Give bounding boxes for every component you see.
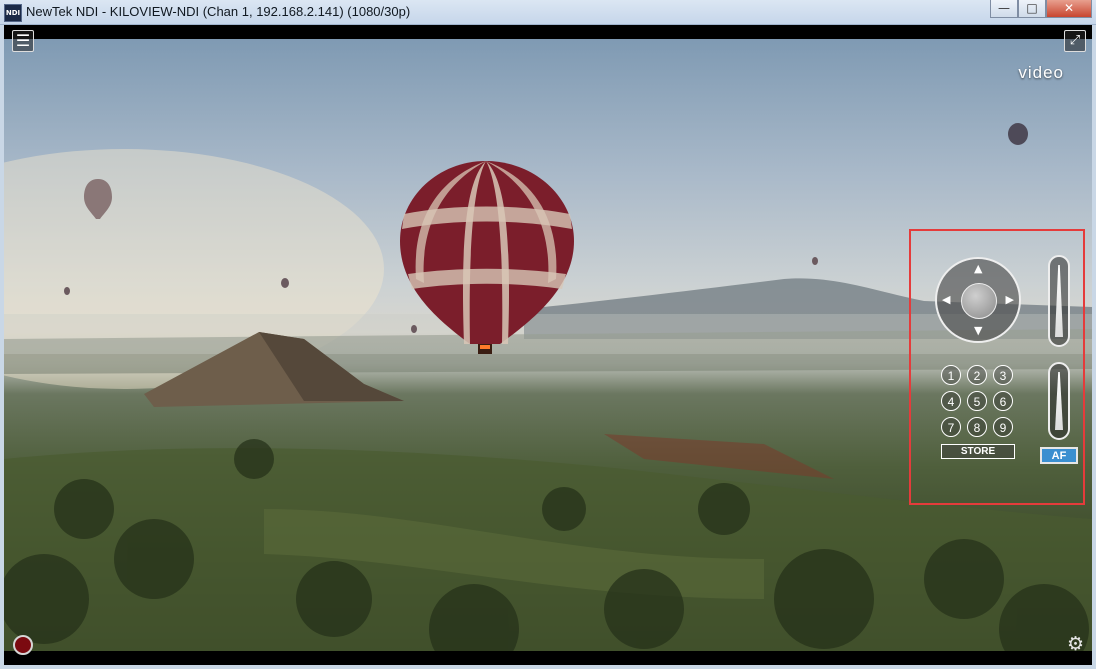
store-preset-button[interactable]: STORE (941, 444, 1015, 459)
preset-button[interactable]: 4 (941, 391, 961, 411)
pan-up-icon[interactable]: ▲ (974, 263, 982, 275)
focus-slider[interactable] (1048, 362, 1070, 440)
settings-gear-icon[interactable]: ⚙ (1067, 634, 1084, 654)
menu-icon[interactable]: ☰ (12, 30, 34, 52)
preset-button[interactable]: 6 (993, 391, 1013, 411)
pan-left-icon[interactable]: ◀ (942, 294, 950, 306)
ptz-direction-pad[interactable]: ▲ ▼ ◀ ▶ (935, 257, 1021, 343)
pan-right-icon[interactable]: ▶ (1006, 294, 1014, 306)
video-label: video (1018, 63, 1064, 82)
video-viewport[interactable]: ☰ ⤢ video ⚙ ▲ ▼ ◀ ▶ 1 2 3 4 5 6 7 8 9 ST… (4, 25, 1092, 665)
autofocus-button[interactable]: AF (1040, 447, 1078, 464)
window-title: NewTek NDI - KILOVIEW-NDI (Chan 1, 192.1… (26, 4, 411, 19)
preset-button[interactable]: 5 (967, 391, 987, 411)
zoom-wedge-icon (1055, 265, 1063, 337)
ptz-control-panel: ▲ ▼ ◀ ▶ 1 2 3 4 5 6 7 8 9 STORE AF (909, 229, 1085, 505)
preset-button[interactable]: 8 (967, 417, 987, 437)
window-title-bar[interactable]: NDI NewTek NDI - KILOVIEW-NDI (Chan 1, 1… (0, 0, 1096, 25)
zoom-slider[interactable] (1048, 255, 1070, 347)
close-button[interactable]: ✕ (1046, 0, 1092, 18)
preset-button[interactable]: 1 (941, 365, 961, 385)
pan-down-icon[interactable]: ▼ (974, 325, 982, 337)
ptz-home-button[interactable] (961, 283, 997, 319)
window-controls: — □ ✕ (990, 0, 1092, 18)
fullscreen-icon[interactable]: ⤢ (1064, 30, 1086, 52)
minimize-button[interactable]: — (990, 0, 1018, 18)
record-button[interactable] (13, 635, 33, 655)
preset-button[interactable]: 2 (967, 365, 987, 385)
preset-grid: 1 2 3 4 5 6 7 8 9 (941, 365, 1021, 437)
preset-button[interactable]: 7 (941, 417, 961, 437)
ndi-app-icon: NDI (4, 4, 22, 22)
maximize-button[interactable]: □ (1018, 0, 1046, 18)
preset-button[interactable]: 9 (993, 417, 1013, 437)
preset-button[interactable]: 3 (993, 365, 1013, 385)
focus-wedge-icon (1055, 372, 1063, 430)
